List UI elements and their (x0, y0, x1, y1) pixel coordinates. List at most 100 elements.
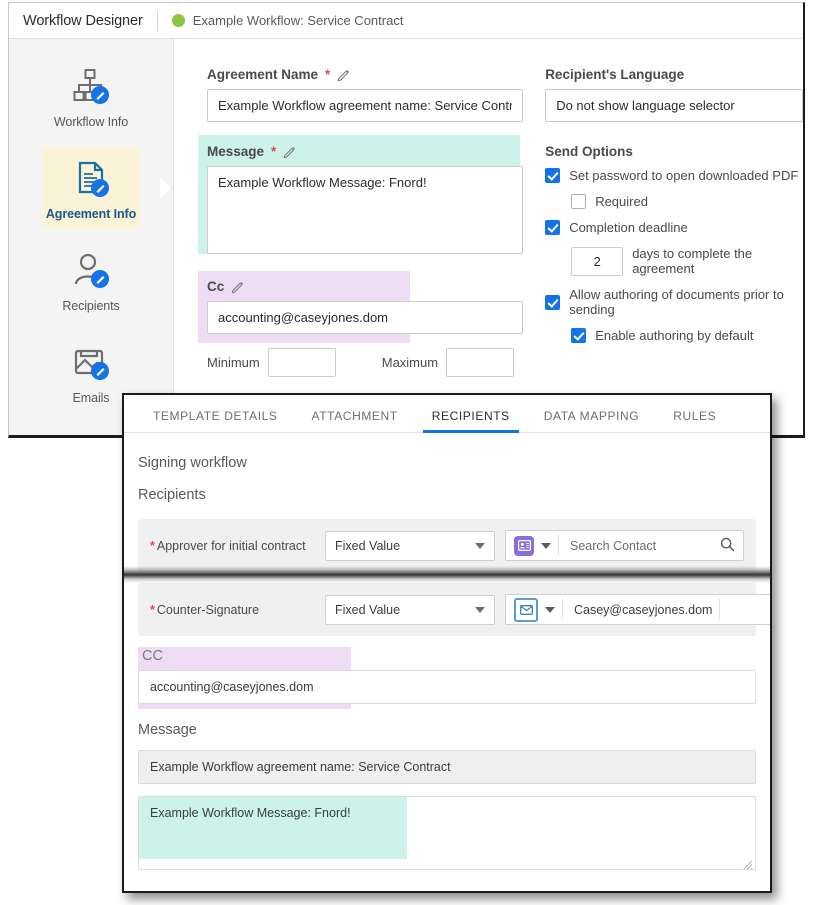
required-asterisk: * (325, 67, 331, 82)
deadline-days-suffix: days to complete the agreement (632, 246, 753, 276)
panel-message-body-group (138, 796, 756, 873)
tab-template-details[interactable]: TEMPLATE DETAILS (136, 409, 295, 432)
recipient-label-text: Approver for initial contract (156, 538, 306, 553)
contact-card-icon[interactable] (514, 535, 534, 556)
agreement-name-group: Agreement Name * (207, 67, 524, 122)
recipient-source-value: Fixed Value (335, 538, 401, 553)
recipients-heading: Recipients (138, 487, 206, 503)
deadline-days-row: days to complete the agreement (571, 246, 803, 276)
tab-attachment[interactable]: ATTACHMENT (295, 409, 415, 432)
form-left-column: Agreement Name * Message * (197, 67, 524, 377)
recipient-contact-field[interactable]: Casey@caseyjones.dom (505, 594, 770, 625)
maximum-input[interactable] (446, 348, 515, 377)
workflow-designer-window: Workflow Designer Example Workflow: Serv… (8, 2, 805, 438)
send-option-label: Set password to open downloaded PDF (569, 168, 799, 183)
signing-workflow-heading: Signing workflow (138, 455, 247, 471)
app-title: Workflow Designer (23, 12, 143, 29)
send-option-set-password[interactable]: Set password to open downloaded PDF (545, 168, 803, 183)
pencil-icon[interactable] (337, 68, 351, 82)
send-option-enable-authoring-default[interactable]: Enable authoring by default (571, 328, 803, 343)
recipient-label-text: Counter-Signature (156, 602, 260, 617)
deadline-days-input[interactable] (571, 246, 624, 276)
recipient-contact-field[interactable]: Search Contact (505, 530, 744, 561)
message-group: Message * (197, 135, 524, 257)
search-icon[interactable] (720, 537, 735, 555)
maximum-label: Maximum (381, 355, 439, 370)
sidebar-item-label: Recipients (62, 299, 120, 313)
cc-label-text: Cc (207, 279, 225, 294)
send-option-label: Allow authoring of documents prior to se… (569, 287, 784, 317)
workflow-breadcrumb: Example Workflow: Service Contract (158, 13, 403, 28)
agreement-info-form: Agreement Name * Message * (174, 39, 803, 435)
cc-input[interactable] (207, 301, 524, 334)
chevron-down-icon[interactable] (545, 606, 555, 613)
recipient-label: * Approver for initial contract (150, 539, 315, 553)
required-asterisk: * (271, 144, 277, 159)
checkbox-set-password[interactable] (545, 168, 561, 183)
tab-rules[interactable]: RULES (656, 409, 733, 432)
panel-cc-group: CC accounting@caseyjones.dom (138, 647, 756, 709)
checkbox-required[interactable] (571, 194, 587, 209)
minimum-input[interactable] (267, 348, 336, 377)
panel-cc-field[interactable]: accounting@caseyjones.dom (138, 670, 756, 704)
panel-message-heading: Message (138, 722, 197, 738)
min-max-row: Minimum Maximum (207, 348, 523, 377)
field-divider (719, 599, 721, 620)
panel-message-textarea[interactable] (138, 796, 756, 870)
send-option-allow-authoring[interactable]: Allow authoring of documents prior to se… (545, 287, 803, 317)
recipients-language-label: Recipient's Language (545, 67, 685, 82)
recipient-source-select[interactable]: Fixed Value (325, 530, 495, 561)
sidebar-item-workflow-info[interactable]: Workflow Info (42, 55, 140, 137)
send-option-completion-deadline[interactable]: Completion deadline (545, 220, 803, 235)
recipient-source-select[interactable]: Fixed Value (325, 594, 495, 625)
cc-group: Cc (197, 271, 524, 343)
sidebar-item-agreement-info[interactable]: Agreement Info (42, 147, 171, 229)
chevron-down-icon (475, 542, 485, 549)
send-option-required[interactable]: Required (571, 194, 803, 209)
recipient-row-approver: * Approver for initial contract Fixed Val… (138, 519, 756, 572)
pencil-icon[interactable] (231, 280, 245, 294)
field-divider (558, 535, 559, 556)
message-label-text: Message (207, 144, 265, 159)
sidebar-item-label: Agreement Info (45, 207, 137, 221)
recipient-row-counter-signature: * Counter-Signature Fixed Value Casey@cas… (138, 583, 770, 636)
cc-label: Cc (207, 279, 523, 294)
agreement-name-label-text: Agreement Name (207, 67, 319, 82)
template-details-panel: TEMPLATE DETAILS ATTACHMENT RECIPIENTS D… (122, 393, 772, 893)
required-asterisk: * (150, 602, 155, 617)
chevron-down-icon (475, 606, 485, 613)
contact-search-input[interactable]: Search Contact (566, 539, 713, 553)
send-option-label: Enable authoring by default (595, 328, 754, 343)
tab-data-mapping[interactable]: DATA MAPPING (527, 409, 656, 432)
send-options-title: Send Options (545, 144, 633, 159)
send-option-label: Completion deadline (569, 220, 688, 235)
recipients-language-select[interactable] (545, 89, 803, 122)
form-right-column: Recipient's Language Send Options Set pa… (545, 67, 803, 377)
panel-cc-label: CC (142, 648, 163, 664)
checkbox-completion-deadline[interactable] (545, 220, 561, 235)
contact-value[interactable]: Casey@caseyjones.dom (570, 603, 712, 617)
panel-tab-bar: TEMPLATE DETAILS ATTACHMENT RECIPIENTS D… (124, 395, 770, 433)
required-asterisk: * (150, 538, 155, 553)
field-divider (562, 599, 563, 620)
panel-message-subject: Example Workflow agreement name: Service… (138, 750, 756, 784)
image-mail-edit-icon (42, 341, 140, 385)
agreement-name-input[interactable] (207, 89, 524, 122)
panel-body: Signing workflow Recipients * Approver fo… (124, 433, 770, 873)
designer-sidebar: Workflow Info Agreement Info Recipients … (9, 39, 174, 435)
recipient-label: * Counter-Signature (150, 603, 315, 617)
message-label: Message * (207, 144, 523, 159)
status-dot-icon (171, 14, 185, 27)
pencil-icon[interactable] (283, 145, 297, 159)
sidebar-item-label: Workflow Info (53, 115, 129, 129)
person-edit-icon (42, 249, 140, 293)
chevron-down-icon[interactable] (541, 542, 551, 549)
checkbox-enable-authoring-default[interactable] (571, 328, 587, 343)
checkbox-allow-authoring[interactable] (545, 294, 561, 310)
designer-header: Workflow Designer Example Workflow: Serv… (9, 3, 803, 39)
envelope-icon[interactable] (514, 597, 538, 622)
sidebar-item-recipients[interactable]: Recipients (42, 239, 140, 321)
message-textarea[interactable] (207, 166, 524, 254)
tab-recipients[interactable]: RECIPIENTS (415, 409, 527, 433)
recipients-language-group: Recipient's Language (545, 67, 803, 122)
